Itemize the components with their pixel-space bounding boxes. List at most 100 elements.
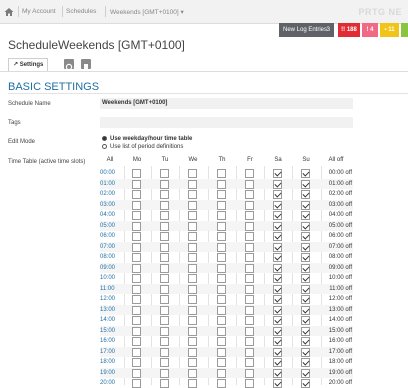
slot-checkbox-we-0800[interactable]: [188, 253, 197, 262]
slot-checkbox-su-0600[interactable]: [301, 232, 310, 241]
timetable-hour-off-toggle[interactable]: 10:00 off: [318, 273, 352, 283]
slot-checkbox-mo-1800[interactable]: [132, 358, 141, 367]
slot-checkbox-we-1200[interactable]: [188, 295, 197, 304]
timetable-hour-all-toggle[interactable]: 18:00: [100, 357, 120, 367]
slot-checkbox-fr-1500[interactable]: [245, 326, 254, 336]
slot-checkbox-mo-0300[interactable]: [132, 200, 141, 210]
slot-checkbox-tu-1000[interactable]: [160, 274, 169, 283]
slot-checkbox-su-0400[interactable]: [301, 211, 310, 220]
slot-checkbox-th-0800[interactable]: [217, 253, 226, 262]
slot-checkbox-su-0500[interactable]: [301, 221, 310, 231]
slot-checkbox-mo-1100[interactable]: [132, 284, 141, 294]
slot-checkbox-tu-1500[interactable]: [160, 326, 169, 336]
timetable-hour-all-toggle[interactable]: 08:00: [100, 252, 120, 262]
timetable-hour-off-toggle[interactable]: 17:00 off: [318, 347, 352, 357]
slot-checkbox-su-1900[interactable]: [301, 368, 310, 378]
slot-checkbox-su-1800[interactable]: [301, 358, 310, 367]
slot-checkbox-su-0100[interactable]: [301, 179, 310, 189]
timetable-hour-all-toggle[interactable]: 09:00: [100, 263, 120, 273]
schedule-name-input[interactable]: Weekends [GMT+0100]: [100, 98, 353, 109]
timetable-hour-all-toggle[interactable]: 16:00: [100, 336, 120, 346]
slot-checkbox-mo-0600[interactable]: [132, 232, 141, 241]
slot-checkbox-tu-0700[interactable]: [160, 242, 169, 252]
slot-checkbox-tu-2000[interactable]: [160, 379, 169, 388]
slot-checkbox-sa-0900[interactable]: [273, 263, 282, 273]
edit-mode-option-timetable[interactable]: Use weekday/hour time table: [102, 136, 192, 142]
slot-checkbox-su-1200[interactable]: [301, 295, 310, 304]
timetable-hour-all-toggle[interactable]: 14:00: [100, 315, 120, 325]
timetable-hour-off-toggle[interactable]: 09:00 off: [318, 263, 352, 273]
slot-checkbox-mo-1400[interactable]: [132, 316, 141, 325]
timetable-hour-all-toggle[interactable]: 06:00: [100, 231, 120, 241]
slot-checkbox-mo-2000[interactable]: [132, 379, 141, 388]
alarm-badge-ok[interactable]: [401, 23, 408, 37]
new-log-entries-button[interactable]: New Log Entries 3: [279, 23, 334, 37]
timetable-hour-off-toggle[interactable]: 08:00 off: [318, 252, 352, 262]
slot-checkbox-tu-0300[interactable]: [160, 200, 169, 210]
timetable-hour-all-toggle[interactable]: 20:00: [100, 378, 120, 388]
slot-checkbox-su-0300[interactable]: [301, 200, 310, 210]
timetable-hour-off-toggle[interactable]: 12:00 off: [318, 294, 352, 304]
slot-checkbox-sa-1300[interactable]: [273, 305, 282, 315]
slot-checkbox-mo-1600[interactable]: [132, 337, 141, 346]
slot-checkbox-we-0900[interactable]: [188, 263, 197, 273]
slot-checkbox-we-1100[interactable]: [188, 284, 197, 294]
slot-checkbox-fr-1400[interactable]: [245, 316, 254, 325]
timetable-hour-off-toggle[interactable]: 20:00 off: [318, 378, 352, 388]
slot-checkbox-fr-0000[interactable]: [245, 169, 254, 178]
timetable-hour-off-toggle[interactable]: 06:00 off: [318, 231, 352, 241]
slot-checkbox-th-1600[interactable]: [217, 337, 226, 346]
slot-checkbox-tu-0100[interactable]: [160, 179, 169, 189]
timetable-hour-off-toggle[interactable]: 02:00 off: [318, 189, 352, 199]
slot-checkbox-tu-1700[interactable]: [160, 347, 169, 357]
slot-checkbox-fr-1200[interactable]: [245, 295, 254, 304]
slot-checkbox-we-0600[interactable]: [188, 232, 197, 241]
slot-checkbox-fr-1800[interactable]: [245, 358, 254, 367]
slot-checkbox-mo-0900[interactable]: [132, 263, 141, 273]
timetable-hour-all-toggle[interactable]: 05:00: [100, 221, 120, 231]
slot-checkbox-mo-1000[interactable]: [132, 274, 141, 283]
slot-checkbox-we-0000[interactable]: [188, 169, 197, 178]
slot-checkbox-mo-1300[interactable]: [132, 305, 141, 315]
slot-checkbox-we-2000[interactable]: [188, 379, 197, 388]
timetable-hour-off-toggle[interactable]: 18:00 off: [318, 357, 352, 367]
slot-checkbox-sa-0800[interactable]: [273, 253, 282, 262]
slot-checkbox-mo-0800[interactable]: [132, 253, 141, 262]
slot-checkbox-th-1900[interactable]: [217, 368, 226, 378]
slot-checkbox-tu-0200[interactable]: [160, 190, 169, 199]
slot-checkbox-th-1400[interactable]: [217, 316, 226, 325]
slot-checkbox-th-0700[interactable]: [217, 242, 226, 252]
slot-checkbox-th-0900[interactable]: [217, 263, 226, 273]
slot-checkbox-tu-1400[interactable]: [160, 316, 169, 325]
timetable-hour-off-toggle[interactable]: 00:00 off: [318, 168, 352, 178]
slot-checkbox-fr-0700[interactable]: [245, 242, 254, 252]
slot-checkbox-th-1000[interactable]: [217, 274, 226, 283]
slot-checkbox-mo-0000[interactable]: [132, 169, 141, 178]
slot-checkbox-fr-0100[interactable]: [245, 179, 254, 189]
slot-checkbox-mo-1900[interactable]: [132, 368, 141, 378]
slot-checkbox-sa-0000[interactable]: [273, 169, 282, 178]
slot-checkbox-fr-0800[interactable]: [245, 253, 254, 262]
timetable-hour-all-toggle[interactable]: 12:00: [100, 294, 120, 304]
slot-checkbox-th-1500[interactable]: [217, 326, 226, 336]
slot-checkbox-we-0200[interactable]: [188, 190, 197, 199]
breadcrumb-my-account[interactable]: My Account: [22, 8, 56, 15]
slot-checkbox-th-0300[interactable]: [217, 200, 226, 210]
slot-checkbox-th-1300[interactable]: [217, 305, 226, 315]
timetable-hour-all-toggle[interactable]: 10:00: [100, 273, 120, 283]
slot-checkbox-sa-1400[interactable]: [273, 316, 282, 325]
slot-checkbox-su-1400[interactable]: [301, 316, 310, 325]
timetable-hour-all-toggle[interactable]: 15:00: [100, 326, 120, 336]
slot-checkbox-fr-1300[interactable]: [245, 305, 254, 315]
slot-checkbox-th-1200[interactable]: [217, 295, 226, 304]
slot-checkbox-fr-1700[interactable]: [245, 347, 254, 357]
slot-checkbox-su-1000[interactable]: [301, 274, 310, 283]
slot-checkbox-th-1100[interactable]: [217, 284, 226, 294]
slot-checkbox-sa-1900[interactable]: [273, 368, 282, 378]
slot-checkbox-we-0400[interactable]: [188, 211, 197, 220]
slot-checkbox-mo-1500[interactable]: [132, 326, 141, 336]
timetable-hour-off-toggle[interactable]: 19:00 off: [318, 368, 352, 378]
slot-checkbox-tu-0000[interactable]: [160, 169, 169, 178]
slot-checkbox-we-0300[interactable]: [188, 200, 197, 210]
slot-checkbox-we-1800[interactable]: [188, 358, 197, 367]
